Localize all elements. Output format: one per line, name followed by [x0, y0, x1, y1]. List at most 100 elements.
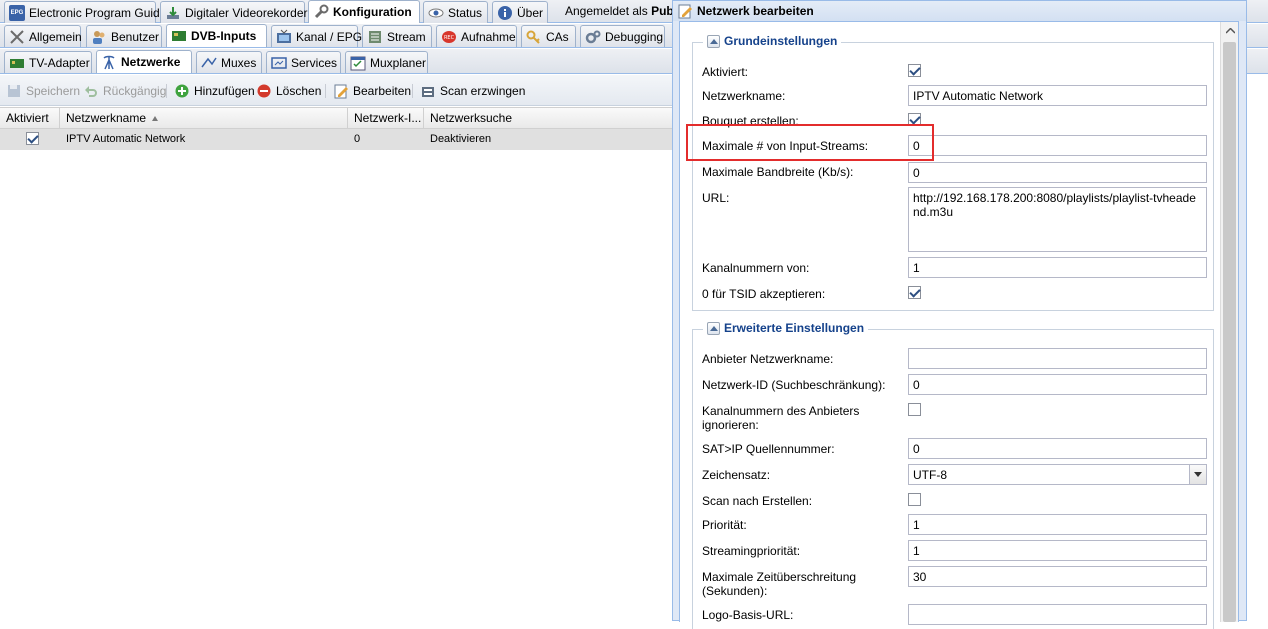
tab-about[interactable]: Über: [492, 1, 548, 23]
tab-dvb-inputs[interactable]: DVB-Inputs: [166, 24, 267, 47]
users-icon: [91, 29, 107, 45]
basic-settings-legend[interactable]: Grundeinstellungen: [703, 34, 842, 48]
tab-label: Allgemein: [29, 29, 82, 44]
accept-tsid-label: 0 für TSID akzeptieren:: [702, 287, 826, 301]
tab-cas[interactable]: CAs: [521, 25, 576, 47]
save-button[interactable]: Speichern: [6, 82, 80, 100]
accept-tsid-checkbox[interactable]: [908, 286, 921, 299]
tab-label: Muxes: [221, 55, 257, 70]
row-name-cell: IPTV Automatic Network: [66, 133, 186, 145]
table-row[interactable]: IPTV Automatic Network 0 Deaktivieren: [0, 129, 680, 150]
streaming-priority-label: Streamingpriorität:: [702, 544, 801, 558]
tab-label: Electronic Program Guide: [29, 5, 167, 20]
column-network-name[interactable]: Netzwerkname: [60, 108, 348, 129]
row-id-cell: 0: [354, 133, 361, 145]
edit-network-dialog: Netzwerk bearbeiten Grundeinstellungen A…: [672, 0, 1247, 629]
column-enabled[interactable]: Aktiviert: [0, 108, 60, 129]
row-enabled-cell: [20, 128, 50, 149]
max-input-streams-input[interactable]: 0: [908, 135, 1207, 156]
column-network-name-label: Netzwerkname: [66, 111, 147, 125]
tab-tv-adapter[interactable]: TV-Adapter: [4, 51, 92, 73]
toolbar-separator: [166, 84, 167, 98]
card-icon: [171, 28, 187, 44]
scan-after-create-checkbox[interactable]: [908, 493, 921, 506]
tab-label: Über: [517, 5, 544, 20]
info-icon: [497, 5, 513, 21]
scroll-up-icon[interactable]: [1221, 22, 1239, 40]
add-button[interactable]: Hinzufügen: [174, 82, 255, 100]
enabled-label: Aktiviert:: [702, 65, 749, 79]
satip-source-input[interactable]: 0: [908, 438, 1207, 459]
undo-label: Rückgängig: [103, 84, 167, 98]
tab-muxes[interactable]: Muxes: [196, 51, 262, 73]
tab-label: Netzwerke: [121, 55, 181, 69]
mux-icon: [201, 55, 217, 71]
row-enabled-checkbox[interactable]: [26, 131, 39, 145]
tab-epg[interactable]: EPG Electronic Program Guide: [4, 1, 166, 23]
enabled-checkbox[interactable]: [908, 64, 921, 77]
max-bandwidth-input[interactable]: 0: [908, 162, 1207, 183]
url-textarea[interactable]: http://192.168.178.200:8080/playlists/pl…: [908, 187, 1207, 252]
collapse-icon[interactable]: [707, 34, 720, 48]
tab-muxplaner[interactable]: Muxplaner: [345, 51, 428, 73]
priority-input[interactable]: 1: [908, 514, 1207, 535]
tab-services[interactable]: Services: [266, 51, 341, 73]
charset-select[interactable]: UTF-8: [908, 464, 1207, 485]
advanced-settings-title: Erweiterte Einstellungen: [724, 321, 865, 335]
dialog-title: Netzwerk bearbeiten: [697, 4, 814, 18]
ignore-provider-numbers-checkbox[interactable]: [908, 403, 921, 416]
epg-icon: EPG: [9, 4, 25, 21]
add-icon: [174, 83, 190, 99]
timeout-input[interactable]: 30: [908, 566, 1207, 587]
tab-label: Aufnahme: [461, 29, 516, 44]
save-label: Speichern: [26, 84, 81, 98]
provider-name-input[interactable]: [908, 348, 1207, 369]
advanced-settings-legend[interactable]: Erweiterte Einstellungen: [703, 321, 869, 335]
edit-button[interactable]: Bearbeiten: [333, 82, 411, 100]
undo-button[interactable]: Rückgängig: [83, 82, 166, 100]
tab-label: Debugging: [605, 29, 664, 44]
collapse-icon[interactable]: [707, 321, 720, 335]
dialog-scrollbar[interactable]: [1220, 22, 1238, 622]
network-id-input[interactable]: 0: [908, 374, 1207, 395]
scroll-thumb[interactable]: [1223, 42, 1236, 622]
tab-label: TV-Adapter: [29, 55, 90, 70]
force-scan-button[interactable]: Scan erzwingen: [420, 82, 525, 100]
toolbar-separator: [412, 84, 413, 98]
channel-number-input[interactable]: 1: [908, 257, 1207, 278]
column-network-id[interactable]: Netzwerk-I...: [348, 108, 424, 129]
tools-icon: [9, 29, 25, 45]
ignore-provider-numbers-label: Kanalnummern des Anbieters ignorieren:: [702, 404, 860, 432]
tab-config[interactable]: Konfiguration: [308, 0, 420, 23]
tab-channel-epg[interactable]: Kanal / EPG: [271, 25, 362, 47]
tab-debugging[interactable]: Debugging: [580, 25, 665, 47]
row-search-cell: Deaktivieren: [430, 133, 492, 145]
provider-name-label: Anbieter Netzwerkname:: [702, 352, 834, 366]
column-network-search[interactable]: Netzwerksuche: [424, 108, 680, 129]
dialog-header[interactable]: Netzwerk bearbeiten: [673, 1, 1246, 21]
logo-url-input[interactable]: [908, 604, 1207, 625]
tab-users[interactable]: Benutzer: [86, 25, 162, 47]
tab-label: Stream: [387, 29, 426, 44]
tab-dvr[interactable]: Digitaler Videorekorder: [160, 1, 308, 23]
tab-status[interactable]: Status: [423, 1, 488, 23]
chevron-down-icon[interactable]: [1189, 465, 1206, 484]
eye-icon: [428, 5, 444, 21]
tab-label: Status: [448, 5, 483, 20]
scan-icon: [420, 83, 436, 99]
streaming-priority-input[interactable]: 1: [908, 540, 1207, 561]
delete-label: Löschen: [276, 84, 322, 98]
sort-asc-icon: [152, 116, 159, 122]
tab-general[interactable]: Allgemein: [4, 25, 82, 47]
delete-button[interactable]: Löschen: [256, 82, 321, 100]
tab-label: Kanal / EPG: [296, 29, 363, 44]
tab-label: CAs: [546, 29, 569, 44]
login-status: Angemeldet als Publi: [565, 4, 680, 18]
dialog-body: Grundeinstellungen Aktiviert: Netzwerkna…: [679, 21, 1239, 629]
timeout-label: Maximale Zeitüberschreitung (Sekunden):: [702, 570, 857, 598]
network-name-input[interactable]: IPTV Automatic Network: [908, 85, 1207, 106]
tab-networks[interactable]: Netzwerke: [96, 50, 192, 73]
tab-recording[interactable]: REC Aufnahme: [436, 25, 517, 47]
toolbar-separator: [325, 84, 326, 98]
tab-stream[interactable]: Stream: [362, 25, 432, 47]
